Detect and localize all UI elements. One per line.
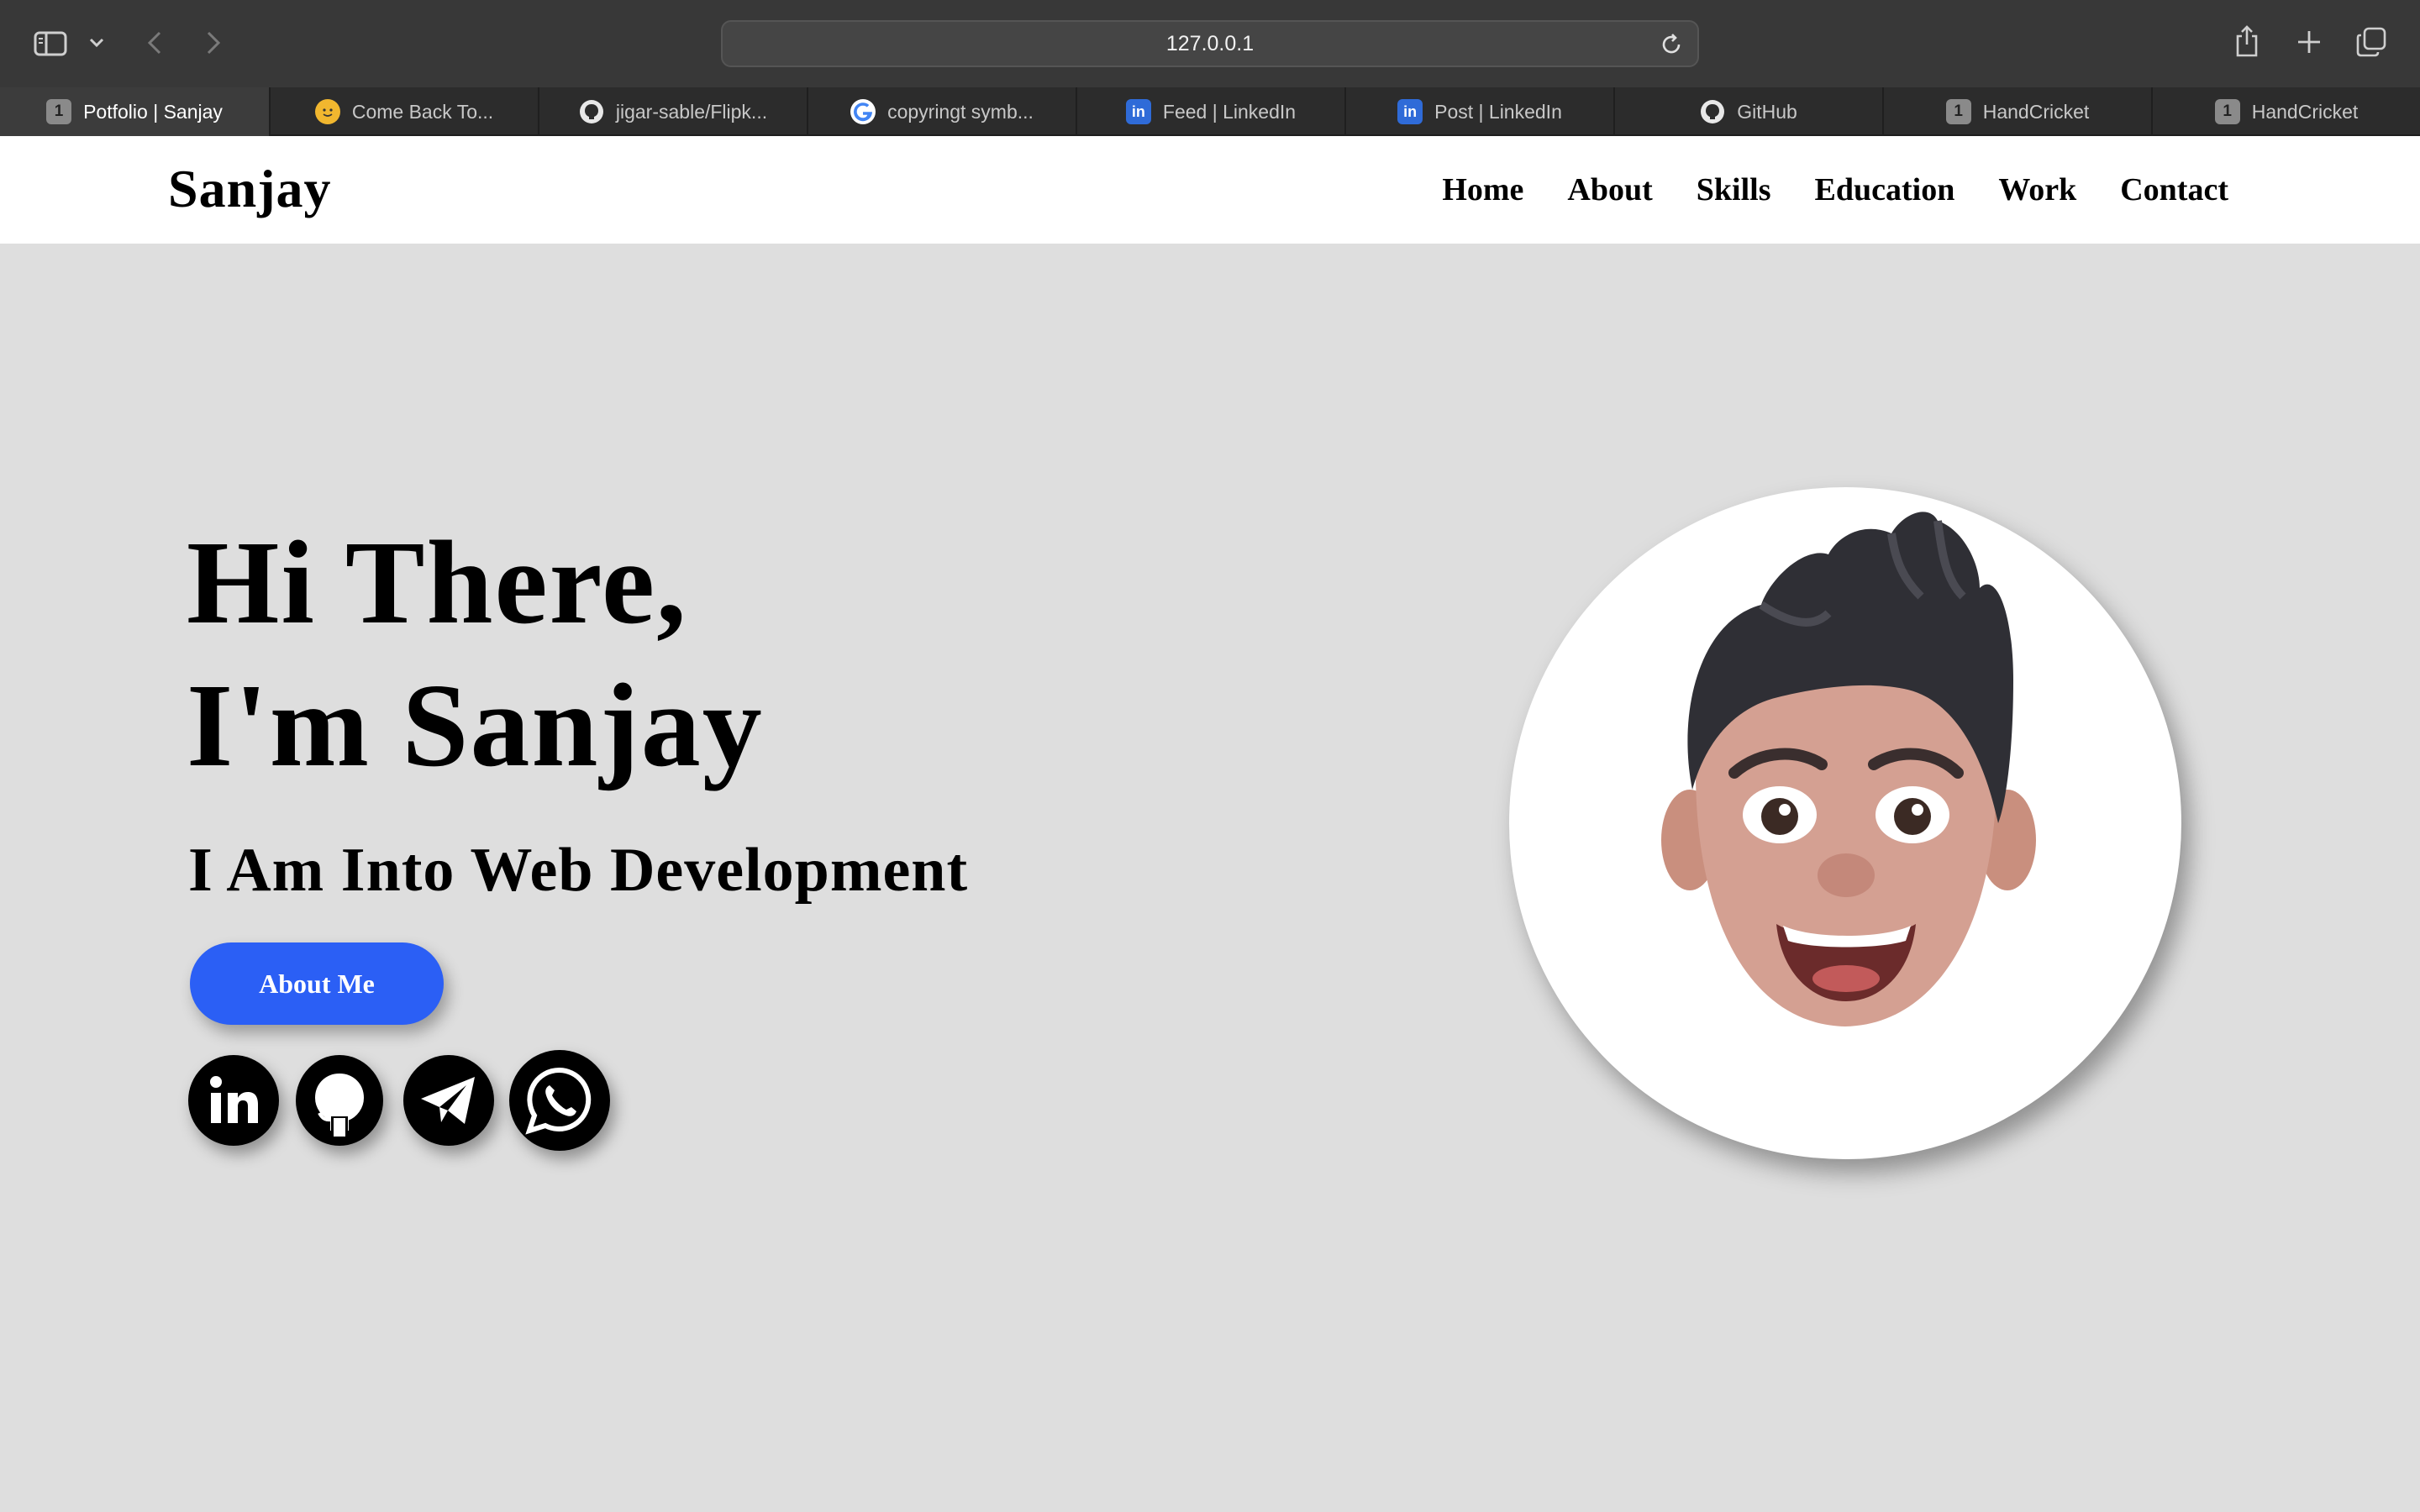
hero-subtitle: I Am Into Web Development bbox=[188, 836, 969, 905]
tab-label: Feed | LinkedIn bbox=[1162, 100, 1297, 123]
sidebar-toggle-icon[interactable] bbox=[32, 27, 69, 60]
tab-google[interactable]: copyringt symb... bbox=[807, 87, 1076, 136]
forward-icon[interactable] bbox=[200, 25, 227, 60]
back-icon[interactable] bbox=[141, 25, 168, 60]
github-icon[interactable] bbox=[296, 1055, 383, 1146]
tab-label: HandCricket bbox=[2251, 100, 2359, 123]
tab-label: jigar-sable/Flipk... bbox=[615, 100, 768, 123]
tab-come-back[interactable]: Come Back To... bbox=[269, 87, 538, 136]
tab-strip: 1 Potfolio | Sanjay Come Back To... jiga… bbox=[0, 87, 2420, 136]
hero-title: Hi There, I'm Sanjay bbox=[187, 511, 764, 796]
chevron-down-icon[interactable] bbox=[86, 32, 108, 54]
share-icon[interactable] bbox=[2232, 22, 2262, 60]
linkedin-favicon-icon: in bbox=[1397, 99, 1423, 124]
tab-handcricket-1[interactable]: 1 HandCricket bbox=[1882, 87, 2151, 136]
reload-icon[interactable] bbox=[1659, 32, 1684, 57]
hero-title-line-2: I'm Sanjay bbox=[187, 659, 764, 791]
tab-linkedin-post[interactable]: in Post | LinkedIn bbox=[1344, 87, 1613, 136]
tab-number-icon: 1 bbox=[46, 99, 72, 124]
tab-number-icon: 1 bbox=[2214, 99, 2240, 124]
site-logo[interactable]: Sanjay bbox=[168, 158, 332, 220]
tab-label: Post | LinkedIn bbox=[1434, 100, 1562, 123]
github-favicon-icon bbox=[579, 99, 604, 124]
whatsapp-icon[interactable] bbox=[509, 1050, 610, 1151]
nav-contact[interactable]: Contact bbox=[2120, 171, 2228, 208]
tab-label: Come Back To... bbox=[351, 100, 494, 123]
github-favicon-icon bbox=[1700, 99, 1725, 124]
tab-handcricket-2[interactable]: 1 HandCricket bbox=[2151, 87, 2420, 136]
tab-label: copyringt symb... bbox=[887, 100, 1034, 123]
nav-about[interactable]: About bbox=[1567, 171, 1652, 208]
browser-toolbar: 127.0.0.1 bbox=[0, 0, 2420, 87]
telegram-icon[interactable] bbox=[403, 1055, 494, 1146]
tab-label: HandCricket bbox=[1982, 100, 2090, 123]
tab-number-icon: 1 bbox=[1945, 99, 1971, 124]
google-favicon-icon bbox=[850, 99, 876, 124]
avatar bbox=[1509, 487, 2181, 1159]
new-tab-icon[interactable] bbox=[2294, 27, 2324, 57]
main-nav: Home About Skills Education Work Contact bbox=[1442, 171, 2228, 208]
url-text: 127.0.0.1 bbox=[1165, 31, 1255, 55]
tab-overview-icon[interactable] bbox=[2354, 25, 2388, 59]
nav-education[interactable]: Education bbox=[1815, 171, 1955, 208]
nav-home[interactable]: Home bbox=[1442, 171, 1523, 208]
about-me-button[interactable]: About Me bbox=[190, 942, 444, 1025]
linkedin-icon[interactable] bbox=[188, 1055, 279, 1146]
emoji-favicon-icon bbox=[314, 99, 340, 124]
linkedin-favicon-icon: in bbox=[1125, 99, 1151, 124]
tab-label: Potfolio | Sanjay bbox=[83, 100, 223, 123]
tab-label: GitHub bbox=[1737, 100, 1797, 123]
tab-linkedin-feed[interactable]: in Feed | LinkedIn bbox=[1076, 87, 1344, 136]
tab-github-repo[interactable]: jigar-sable/Flipk... bbox=[538, 87, 807, 136]
tab-github[interactable]: GitHub bbox=[1613, 87, 1882, 136]
site-header: Sanjay Home About Skills Education Work … bbox=[0, 136, 2420, 244]
address-bar[interactable]: 127.0.0.1 bbox=[721, 20, 1699, 67]
nav-work[interactable]: Work bbox=[1998, 171, 2076, 208]
nav-skills[interactable]: Skills bbox=[1697, 171, 1771, 208]
memoji-avatar-icon bbox=[1661, 512, 2036, 1026]
hero-title-line-1: Hi There, bbox=[187, 516, 688, 648]
tab-portfolio[interactable]: 1 Potfolio | Sanjay bbox=[0, 87, 269, 136]
